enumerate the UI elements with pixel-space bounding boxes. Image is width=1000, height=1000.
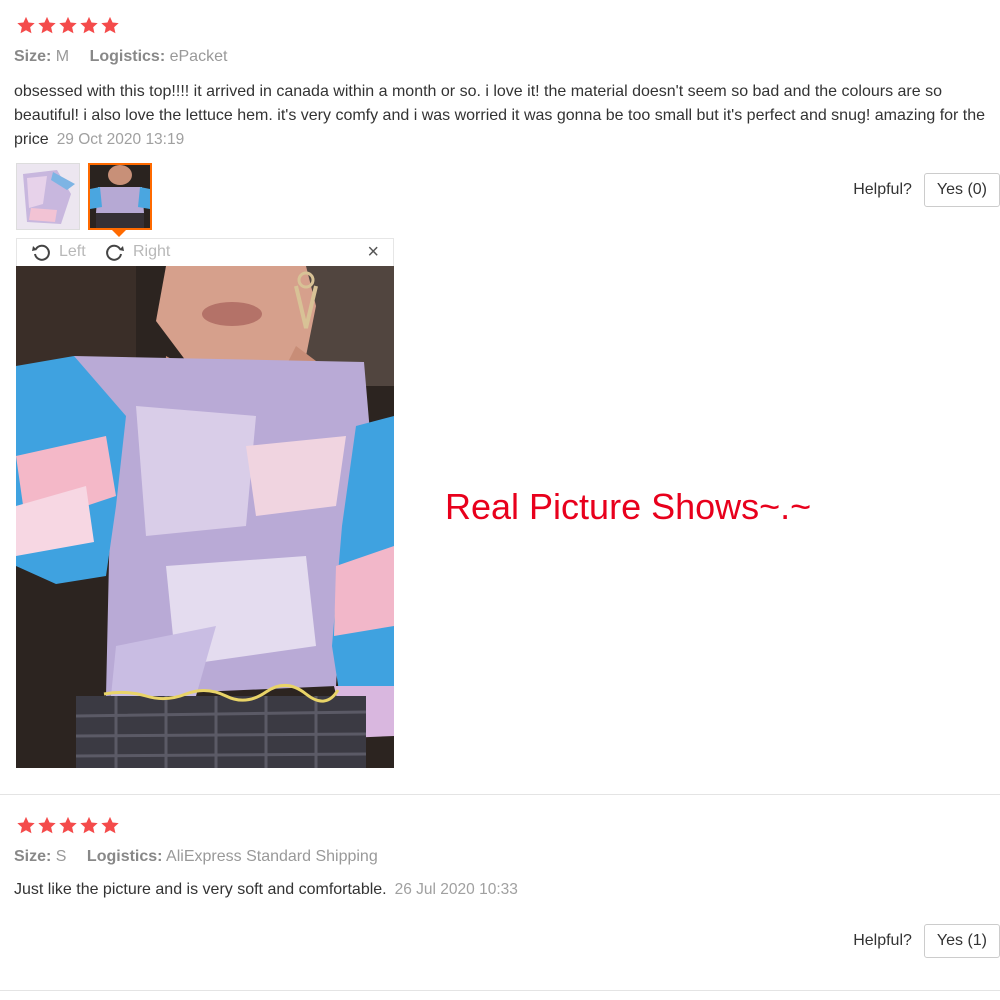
helpful-section: Helpful? Yes (1) [853, 924, 1000, 958]
selected-thumbnail-pointer [111, 229, 127, 237]
rotate-right-button[interactable]: Right [105, 242, 170, 262]
review-item: Size: M Logistics: ePacket obsessed with… [0, 0, 1000, 795]
helpful-yes-button[interactable]: Yes (0) [923, 173, 1000, 207]
photo-thumbnail[interactable] [16, 163, 80, 230]
star-icon [58, 16, 78, 35]
star-icon [100, 16, 120, 35]
rotate-left-icon [31, 242, 51, 262]
review-meta: Size: S Logistics: AliExpress Standard S… [14, 848, 394, 866]
star-rating [16, 816, 120, 835]
size-value: S [55, 848, 67, 865]
review-divider [0, 794, 1000, 795]
rotate-left-button[interactable]: Left [31, 242, 86, 262]
star-icon [79, 16, 99, 35]
helpful-label: Helpful? [853, 932, 912, 949]
review-text-block: obsessed with this top!!!! it arrived in… [14, 80, 989, 152]
star-icon [37, 816, 57, 835]
helpful-yes-button[interactable]: Yes (1) [923, 924, 1000, 958]
star-icon [58, 816, 78, 835]
real-picture-caption: Real Picture Shows~.~ [445, 486, 812, 527]
photo-thumbnail-selected[interactable] [88, 163, 152, 230]
review-item: Size: S Logistics: AliExpress Standard S… [0, 796, 1000, 991]
size-value: M [55, 48, 70, 65]
logistics-label: Logistics: [86, 848, 163, 865]
star-icon [37, 16, 57, 35]
logistics-label: Logistics: [89, 48, 166, 65]
star-icon [16, 16, 36, 35]
star-icon [16, 816, 36, 835]
rotate-left-label: Left [59, 243, 86, 260]
rotate-right-icon [105, 242, 125, 262]
star-icon [79, 816, 99, 835]
star-icon [100, 816, 120, 835]
star-rating [16, 16, 120, 35]
review-photo [16, 266, 394, 768]
rotate-right-label: Right [133, 243, 171, 260]
logistics-value: ePacket [169, 48, 228, 65]
review-date: 29 Oct 2020 13:19 [56, 131, 185, 148]
review-date: 26 Jul 2020 10:33 [394, 881, 518, 898]
helpful-section: Helpful? Yes (0) [853, 173, 1000, 207]
review-meta: Size: M Logistics: ePacket [14, 48, 243, 66]
review-text: Just like the picture and is very soft a… [14, 881, 387, 898]
review-divider [0, 990, 1000, 991]
logistics-value: AliExpress Standard Shipping [166, 848, 378, 865]
helpful-label: Helpful? [853, 181, 912, 198]
image-viewer-toolbar: Left Right × [16, 238, 394, 266]
size-label: Size: [14, 48, 52, 65]
size-label: Size: [14, 848, 52, 865]
review-text-block: Just like the picture and is very soft a… [14, 878, 989, 902]
close-icon[interactable]: × [367, 242, 379, 262]
photo-thumbnails [16, 163, 152, 230]
